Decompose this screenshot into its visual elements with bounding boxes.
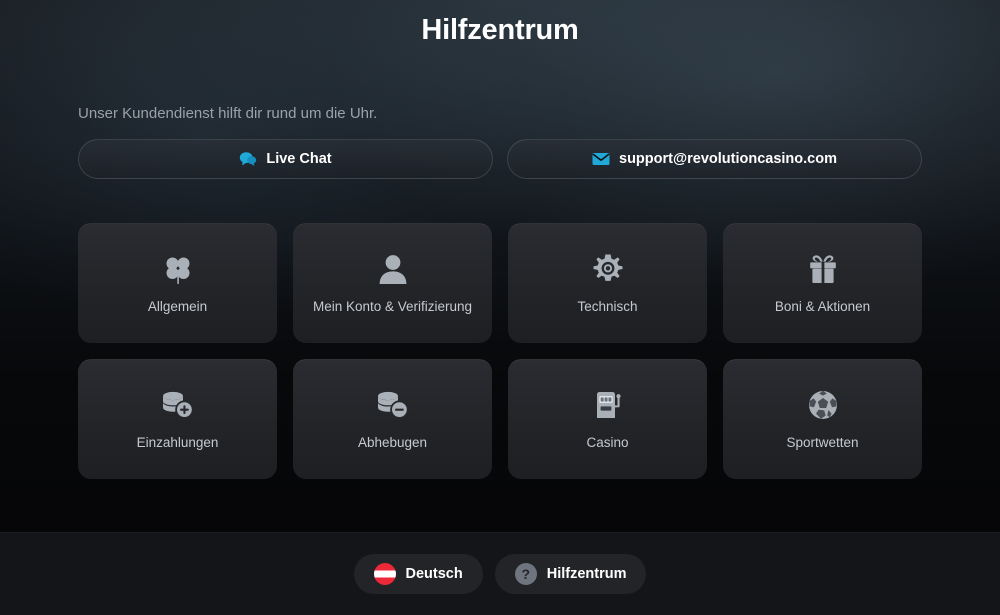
category-card-mein-konto[interactable]: Mein Konto & Verifizierung: [293, 223, 492, 343]
gift-icon: [807, 251, 839, 287]
category-card-abhebugen[interactable]: Abhebugen: [293, 359, 492, 479]
category-label: Einzahlungen: [136, 434, 219, 450]
category-card-allgemein[interactable]: Allgemein: [78, 223, 277, 343]
coins-minus-icon: [376, 387, 410, 423]
support-subtitle: Unser Kundendienst hilft dir rund um die…: [78, 105, 378, 122]
gear-icon: [592, 251, 624, 287]
help-label: Hilfzentrum: [546, 566, 627, 582]
category-label: Mein Konto & Verifizierung: [312, 298, 473, 314]
category-label: Casino: [586, 434, 629, 450]
category-label: Allgemein: [147, 298, 208, 314]
category-label: Abhebugen: [357, 434, 428, 450]
language-label: Deutsch: [405, 566, 463, 582]
soccer-ball-icon: [807, 387, 839, 423]
bottom-bar: Deutsch ? Hilfzentrum: [0, 532, 1000, 615]
category-grid: Allgemein Mein Konto & Verifizierung Tec…: [78, 223, 922, 479]
category-label: Technisch: [577, 298, 638, 314]
envelope-icon: [592, 152, 610, 166]
email-support-button[interactable]: support@revolutioncasino.com: [507, 139, 922, 179]
category-card-boni[interactable]: Boni & Aktionen: [723, 223, 922, 343]
category-card-einzahlungen[interactable]: Einzahlungen: [78, 359, 277, 479]
coins-plus-icon: [161, 387, 195, 423]
page-title: Hilfzentrum: [421, 14, 579, 46]
language-selector-button[interactable]: Deutsch: [353, 554, 483, 594]
user-icon: [378, 251, 408, 287]
category-label: Sportwetten: [786, 434, 859, 450]
page-content: Hilfzentrum Unser Kundendienst hilft dir…: [0, 0, 1000, 479]
slot-machine-icon: [592, 387, 624, 423]
help-center-button[interactable]: ? Hilfzentrum: [494, 554, 647, 594]
live-chat-button[interactable]: Live Chat: [78, 139, 493, 179]
chat-bubble-icon: [239, 151, 257, 167]
category-card-casino[interactable]: Casino: [508, 359, 707, 479]
category-card-sportwetten[interactable]: Sportwetten: [723, 359, 922, 479]
category-label: Boni & Aktionen: [774, 298, 871, 314]
live-chat-label: Live Chat: [266, 151, 332, 167]
email-support-label: support@revolutioncasino.com: [619, 151, 837, 167]
contact-buttons-row: Live Chat support@revolutioncasino.com: [78, 139, 922, 179]
category-card-technisch[interactable]: Technisch: [508, 223, 707, 343]
austria-flag-icon: [373, 563, 396, 585]
clover-icon: [161, 251, 195, 287]
help-center-page: Hilfzentrum Unser Kundendienst hilft dir…: [0, 0, 1000, 615]
question-mark-icon: ?: [514, 563, 537, 585]
